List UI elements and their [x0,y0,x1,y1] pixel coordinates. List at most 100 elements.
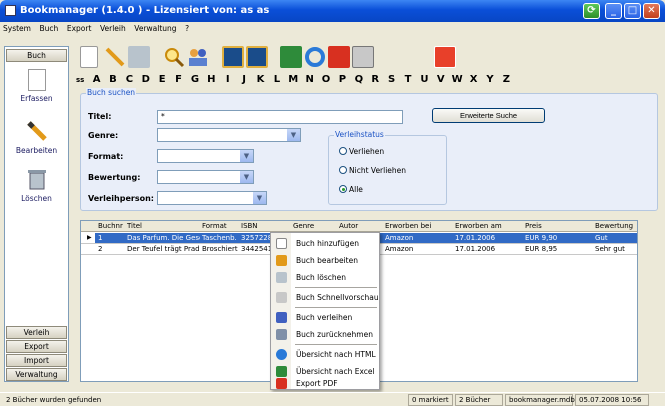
letter-h[interactable]: H [203,74,219,85]
trash-icon [276,272,287,283]
col-titel[interactable]: Titel [125,221,142,232]
letter-j[interactable]: J [236,74,252,85]
letter-l[interactable]: L [269,74,285,85]
col-erworben-am[interactable]: Erworben am [453,221,502,232]
calculator-icon[interactable] [222,46,244,68]
cell-erworben-bei: Amazon [385,245,414,253]
cell-titel: Der Teufel trägt Prad [127,245,200,253]
ctx-buch-hinzufuegen[interactable]: Buch hinzufügen [271,235,379,252]
letter-w[interactable]: W [449,74,465,85]
minimize-button[interactable]: _ [605,3,622,19]
maximize-button[interactable]: □ [624,3,641,19]
letter-y[interactable]: Y [482,74,498,85]
calculator-alt-icon[interactable] [246,46,268,68]
ctx-buch-verleihen[interactable]: Buch verleihen [271,309,379,326]
menu-verwaltung[interactable]: Verwaltung [131,22,179,35]
letter-b[interactable]: B [105,74,121,85]
letter-e[interactable]: E [154,74,170,85]
status-count: 2 Bücher [455,394,503,406]
chevron-down-icon: ▼ [253,192,266,204]
genre-select[interactable]: ▼ [157,128,301,142]
col-erworben-bei[interactable]: Erworben bei [383,221,431,232]
menu-verleih[interactable]: Verleih [97,22,129,35]
nav-button-import[interactable]: Import [6,354,67,367]
internet-explorer-icon [276,349,287,360]
letter-d[interactable]: D [138,74,154,85]
pdf-icon [276,378,287,389]
letter-a[interactable]: A [88,74,104,85]
letter-t[interactable]: T [400,74,416,85]
letter-s[interactable]: S [383,74,399,85]
letter-i[interactable]: I [220,74,236,85]
bewertung-select[interactable]: ▼ [157,170,254,184]
menu-system[interactable]: System [0,22,34,35]
nav-button-verleih[interactable]: Verleih [6,326,67,339]
ctx-buch-schnellvorschau[interactable]: Buch Schnellvorschau [271,289,379,306]
menu-help[interactable]: ? [182,22,192,35]
menu-separator [295,287,377,288]
letter-r[interactable]: R [367,74,383,85]
title-bar[interactable]: Bookmanager (1.4.0 ) - Lizensiert von: a… [0,0,665,22]
trash-icon [25,167,49,191]
letter-p[interactable]: P [334,74,350,85]
radio-alle[interactable]: Alle [339,185,363,194]
radio-verliehen[interactable]: Verliehen [339,147,384,156]
letter-m[interactable]: M [285,74,301,85]
verleihperson-select[interactable]: ▼ [157,191,267,205]
menu-export[interactable]: Export [64,22,95,35]
col-autor[interactable]: Autor [337,221,358,232]
new-book-icon[interactable] [80,46,98,68]
radio-nicht-verliehen[interactable]: Nicht Verliehen [339,166,406,175]
format-select[interactable]: ▼ [157,149,254,163]
nav-item-loeschen[interactable]: Löschen [5,167,68,203]
letter-o[interactable]: O [318,74,334,85]
letter-x[interactable]: X [465,74,481,85]
excel-export-icon[interactable] [280,46,302,68]
letter-z[interactable]: Z [498,74,514,85]
extended-search-button[interactable]: Erweiterte Suche [432,108,545,123]
nav-item-erfassen[interactable]: Erfassen [5,69,68,103]
delete-trash-icon[interactable] [128,46,150,68]
letter-u[interactable]: U [416,74,432,85]
cell-bewertung: Gut [595,234,608,242]
app-book-icon [5,5,16,16]
nav-header-buch[interactable]: Buch [6,49,67,62]
nav-button-verwaltung[interactable]: Verwaltung [6,368,67,381]
ctx-buch-zuruecknehmen[interactable]: Buch zurücknehmen [271,326,379,343]
col-genre[interactable]: Genre [291,221,314,232]
letter-n[interactable]: N [301,74,317,85]
printer-icon[interactable] [352,46,374,68]
col-isbn[interactable]: ISBN [239,221,258,232]
ctx-buch-bearbeiten[interactable]: Buch bearbeiten [271,252,379,269]
col-preis[interactable]: Preis [523,221,542,232]
search-magnifier-icon[interactable] [163,46,185,68]
pdf-icon[interactable] [328,46,350,68]
letter-g[interactable]: G [187,74,203,85]
letter-q[interactable]: Q [351,74,367,85]
tray-refresh-icon[interactable]: ⟳ [583,3,600,19]
internet-explorer-icon[interactable] [304,46,326,68]
col-bewertung[interactable]: Bewertung [593,221,633,232]
close-button[interactable]: ✕ [643,3,660,19]
ctx-export-pdf[interactable]: Export PDF [271,376,379,390]
menu-buch[interactable]: Buch [37,22,62,35]
chevron-down-icon: ▼ [240,171,253,183]
nav-item-bearbeiten[interactable]: Bearbeiten [5,119,68,155]
letter-k[interactable]: K [252,74,268,85]
titel-input[interactable]: * [157,110,403,124]
col-format[interactable]: Format [200,221,227,232]
col-buchnr[interactable]: Buchnr [96,221,123,232]
nav-button-export[interactable]: Export [6,340,67,353]
ctx-buch-loeschen[interactable]: Buch löschen [271,269,379,286]
letter-v[interactable]: V [433,74,449,85]
edit-pencil-icon[interactable] [104,46,126,68]
ctx-uebersicht-html[interactable]: Übersicht nach HTML [271,346,379,363]
left-navigation: Buch Erfassen Bearbeiten Löschen Verleih… [4,46,69,382]
power-exit-icon[interactable] [434,46,456,68]
status-datetime: 05.07.2008 10:56 [575,394,649,406]
letter-f[interactable]: F [170,74,186,85]
letter-ss[interactable]: ss [72,76,88,84]
cell-format: Broschiert [202,245,238,253]
letter-c[interactable]: C [121,74,137,85]
users-icon[interactable] [187,46,209,68]
